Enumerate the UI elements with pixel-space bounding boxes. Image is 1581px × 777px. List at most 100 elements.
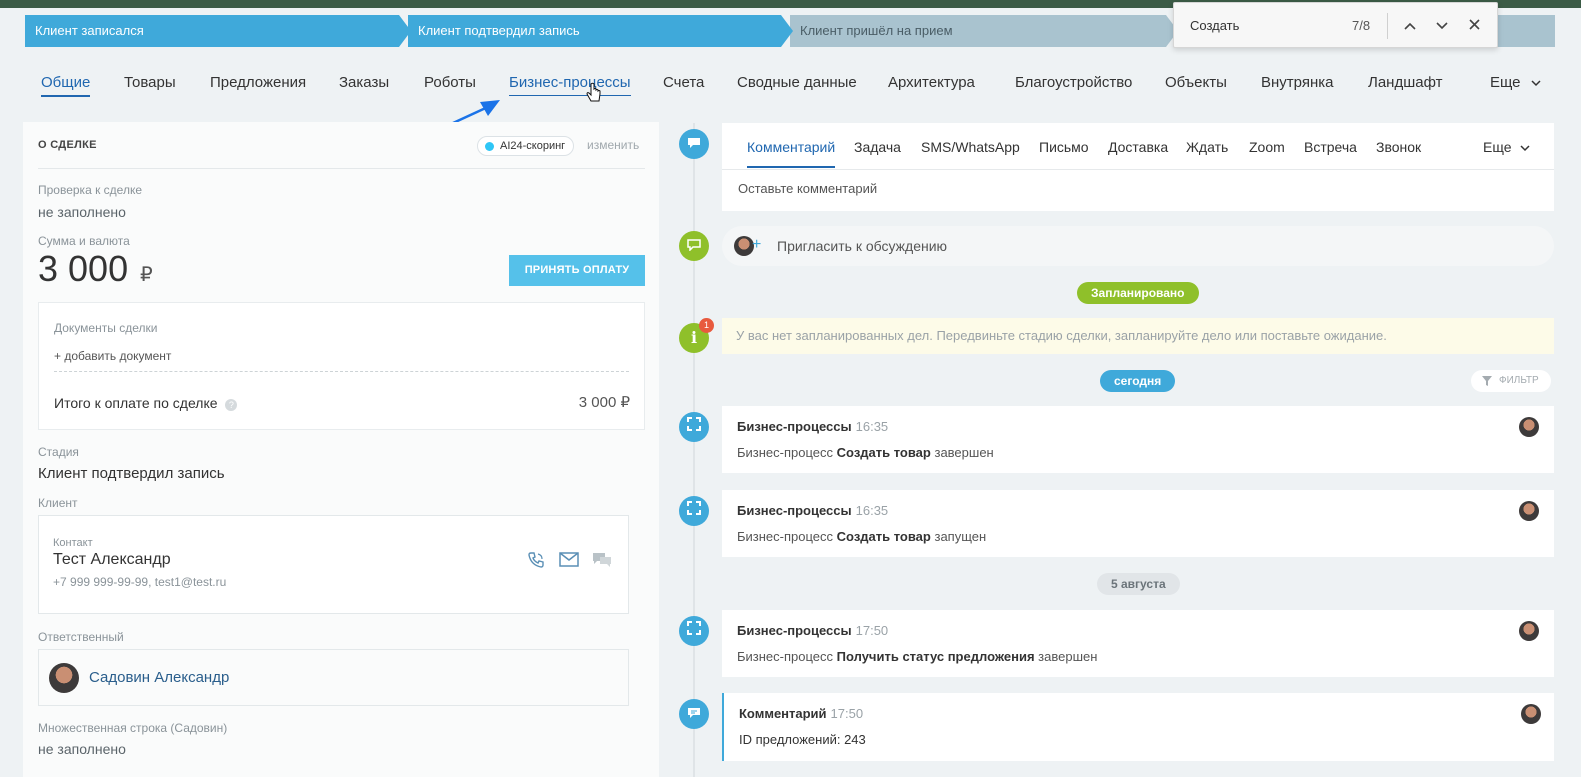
stage-label: Клиент пришёл на прием	[800, 23, 953, 38]
find-prev-button[interactable]	[1400, 15, 1420, 35]
contact-label: Контакт	[53, 537, 93, 549]
tab-architecture[interactable]: Архитектура	[888, 74, 975, 91]
activity-editor: Комментарий Задача SMS/WhatsApp Письмо Д…	[722, 123, 1554, 211]
chevron-down-icon	[1436, 22, 1448, 30]
item-title-text: Бизнес-процессы	[737, 503, 852, 518]
item-post: завершен	[1038, 649, 1098, 664]
timeline-comment: Комментарий 17:50 ID предложений: 243	[722, 693, 1554, 761]
editor-tab-zoom[interactable]: Zoom	[1249, 139, 1285, 155]
find-query-input[interactable]: Создать	[1190, 18, 1239, 33]
planned-notice: У вас нет запланированных дел. Передвинь…	[722, 318, 1554, 354]
deal-amount[interactable]: 3 000	[38, 248, 128, 290]
contact-card: Контакт Тест Александр +7 999 999-99-99,…	[38, 515, 629, 614]
tab-general[interactable]: Общие	[41, 74, 91, 97]
tab-business-processes[interactable]: Бизнес-процессы	[509, 74, 631, 96]
tab-landscaping[interactable]: Благоустройство	[1015, 74, 1132, 91]
editor-tab-comment[interactable]: Комментарий	[747, 139, 836, 168]
tab-more[interactable]: Еще	[1490, 74, 1541, 91]
filter-label: ФИЛЬТР	[1499, 375, 1539, 386]
tab-orders[interactable]: Заказы	[339, 74, 389, 91]
editor-tab-email[interactable]: Письмо	[1039, 139, 1089, 155]
item-process-name[interactable]: Создать товар	[837, 529, 931, 544]
editor-tab-more[interactable]: Еще	[1483, 139, 1530, 155]
editor-more-label: Еще	[1483, 139, 1512, 155]
tab-invoices[interactable]: Счета	[663, 74, 704, 91]
plus-icon: +	[752, 236, 762, 253]
contact-name[interactable]: Тест Александр	[53, 551, 171, 569]
find-match-count: 7/8	[1352, 18, 1371, 33]
phone-icon[interactable]	[527, 551, 545, 569]
item-title-text: Комментарий	[739, 706, 827, 721]
item-pre: Бизнес-процесс	[737, 445, 834, 460]
deal-tabs: Общие Товары Предложения Заказы Роботы Б…	[0, 64, 1581, 104]
chat-icon[interactable]	[592, 552, 612, 568]
tab-products[interactable]: Товары	[124, 74, 176, 91]
comment-icon	[679, 699, 709, 729]
tab-robots[interactable]: Роботы	[424, 74, 476, 91]
avatar[interactable]	[49, 663, 79, 693]
stage-client-booked[interactable]: Клиент записался	[25, 15, 411, 47]
responsible-name[interactable]: Садовин Александр	[89, 669, 229, 686]
contact-info[interactable]: +7 999 999-99-99, test1@test.ru	[53, 575, 226, 589]
item-process-name[interactable]: Создать товар	[837, 445, 931, 460]
ai-scoring-badge[interactable]: AI24-скоринг	[477, 136, 575, 156]
tab-summary[interactable]: Сводные данные	[737, 74, 857, 91]
item-title: Бизнес-процессы 16:35	[737, 503, 888, 518]
avatar[interactable]	[1521, 704, 1541, 724]
editor-tab-call[interactable]: Звонок	[1376, 139, 1421, 155]
item-pre: Бизнес-процесс	[737, 529, 834, 544]
tab-offers[interactable]: Предложения	[210, 74, 306, 91]
find-close-button[interactable]	[1464, 15, 1484, 35]
avatar[interactable]	[1519, 501, 1539, 521]
hand-cursor-icon	[586, 82, 601, 102]
item-time: 17:50	[855, 623, 889, 638]
item-post: запущен	[934, 529, 987, 544]
multi-string-value[interactable]: не заполнено	[38, 741, 126, 757]
total-label-text: Итого к оплате по сделке	[54, 395, 218, 411]
invite-to-discussion[interactable]: + Пригласить к обсуждению	[722, 226, 1554, 266]
editor-tab-sms[interactable]: SMS/WhatsApp	[921, 139, 1020, 155]
find-next-button[interactable]	[1432, 15, 1452, 35]
section-title: О СДЕЛКЕ	[38, 139, 97, 151]
editor-tab-delivery[interactable]: Доставка	[1108, 139, 1168, 155]
deal-info-panel: О СДЕЛКЕ AI24-скоринг изменить Проверка …	[23, 122, 659, 777]
comment-input[interactable]: Оставьте комментарий	[738, 181, 877, 196]
edit-section-link[interactable]: изменить	[587, 138, 639, 152]
chevron-down-icon	[1520, 145, 1530, 152]
ai-icon	[485, 142, 494, 151]
timeline-item: Бизнес-процессы 17:50 Бизнес-процесс Полу…	[722, 610, 1554, 677]
editor-tab-wait[interactable]: Ждать	[1186, 139, 1228, 155]
item-title: Комментарий 17:50	[739, 706, 863, 721]
tab-interior[interactable]: Внутрянка	[1261, 74, 1333, 91]
stage-value[interactable]: Клиент подтвердил запись	[38, 465, 225, 482]
item-title: Бизнес-процессы 16:35	[737, 419, 888, 434]
filter-icon	[1482, 376, 1492, 386]
tab-objects[interactable]: Объекты	[1165, 74, 1227, 91]
accept-payment-button[interactable]: ПРИНЯТЬ ОПЛАТУ	[509, 255, 645, 286]
mail-icon[interactable]	[559, 552, 579, 567]
find-in-page-bar: Создать 7/8	[1173, 2, 1498, 48]
help-icon[interactable]: ?	[225, 399, 238, 411]
stage-client-arrived[interactable]: Клиент пришёл на прием	[790, 15, 1178, 47]
stage-client-confirmed[interactable]: Клиент подтвердил запись	[408, 15, 793, 47]
editor-divider	[722, 169, 1554, 170]
stage-label: Клиент подтвердил запись	[418, 23, 580, 38]
responsible-card: Садовин Александр	[38, 649, 629, 706]
responsible-label: Ответственный	[38, 630, 124, 644]
avatar[interactable]	[1519, 417, 1539, 437]
item-body: Бизнес-процесс Создать товар запущен	[737, 529, 986, 544]
avatar[interactable]	[1519, 621, 1539, 641]
editor-tab-meeting[interactable]: Встреча	[1304, 139, 1357, 155]
item-process-name[interactable]: Получить статус предложения	[837, 649, 1035, 664]
filter-button[interactable]: ФИЛЬТР	[1471, 370, 1551, 392]
check-value[interactable]: не заполнено	[38, 204, 126, 220]
add-document-link[interactable]: + добавить документ	[54, 349, 171, 363]
editor-tab-task[interactable]: Задача	[854, 139, 901, 155]
item-title: Бизнес-процессы 17:50	[737, 623, 888, 638]
stage-label: Клиент записался	[35, 23, 144, 38]
find-divider	[1387, 13, 1388, 39]
tab-landscape[interactable]: Ландшафт	[1368, 74, 1442, 91]
item-pre: Бизнес-процесс	[737, 649, 834, 664]
item-time: 16:35	[855, 419, 889, 434]
deal-currency: ₽	[140, 264, 153, 286]
